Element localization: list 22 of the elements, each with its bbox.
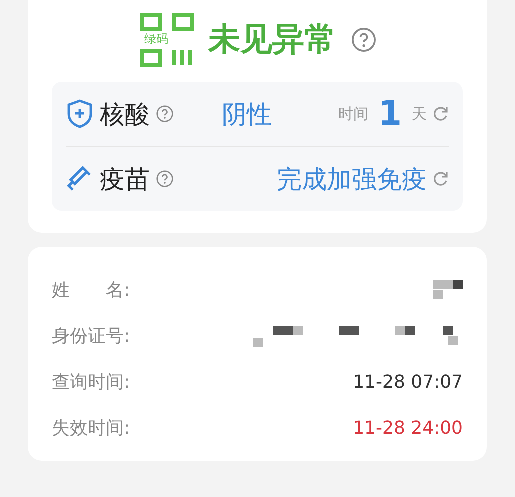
refresh-icon[interactable] — [433, 106, 449, 122]
qr-code-icon — [138, 12, 194, 68]
check-label: 核酸 — [100, 98, 150, 130]
help-icon[interactable] — [350, 27, 376, 53]
info-label: 查询时间: — [52, 371, 130, 394]
check-result: 完成加强免疫 — [277, 164, 427, 196]
help-icon[interactable] — [156, 170, 174, 188]
help-icon[interactable] — [156, 105, 174, 123]
check-result: 阴性 — [222, 98, 272, 130]
info-value: 11-28 07:07 — [353, 372, 463, 392]
time-value: 1 — [378, 94, 402, 134]
info-label: 失效时间: — [52, 417, 130, 440]
status-title: 未见异常 — [208, 19, 336, 60]
shield-icon — [66, 99, 94, 129]
info-value: 11-28 24:00 — [353, 418, 463, 438]
badge-text: 绿码 — [144, 31, 168, 47]
time-label: 时间 — [338, 104, 368, 124]
info-label: 身份证号: — [52, 325, 130, 348]
check-label: 疫苗 — [100, 164, 150, 196]
info-label: 姓 名: — [52, 279, 130, 302]
time-unit: 天 — [412, 104, 427, 124]
refresh-icon[interactable] — [433, 171, 449, 187]
